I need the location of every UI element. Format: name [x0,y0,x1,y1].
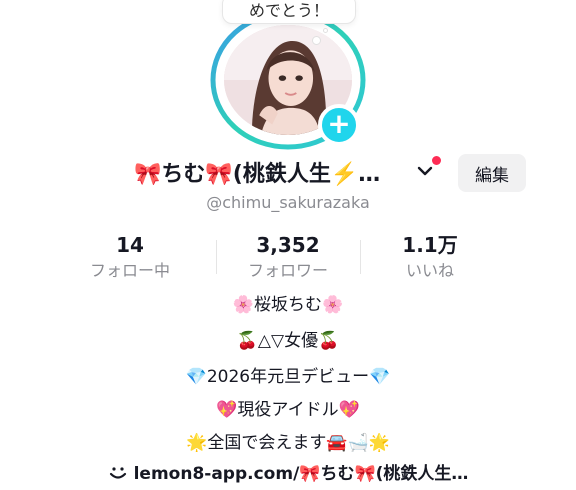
bio-line: 💖現役アイドル💖 [216,400,360,420]
stat-divider [216,240,217,274]
bio-line: 🌸桜坂ちむ🌸 [232,295,344,315]
edit-profile-button[interactable]: 編集 [458,154,526,192]
bubble-tail-dot-small [323,28,328,33]
stat-followers[interactable]: 3,352 フォロワー [228,232,348,282]
bubble-tail-dot [312,36,321,45]
stat-likes-label: いいね [405,261,454,280]
stat-likes[interactable]: 1.1万 いいね [370,232,490,282]
greeting-bubble-text: めでとう！ [248,1,329,20]
notification-dot [432,156,441,165]
name-row: 🎀ちむ🎀(桃鉄人生⚡️… 編集 [0,152,576,192]
greeting-bubble: めでとう！ [222,0,356,24]
bio-line: 🌟全国で会えます🚘🛁🌟 [186,433,390,453]
stat-following-count: 14 [116,233,144,257]
stat-divider [360,240,361,274]
stat-following[interactable]: 14 フォロー中 [70,232,190,282]
chevron-down-icon[interactable] [416,162,434,180]
username: @chimu_sakurazaka [206,193,370,212]
add-story-button[interactable]: + [318,104,360,146]
profile-link[interactable]: lemon8-app.com/🎀ちむ🎀(桃鉄人生… [0,459,576,484]
plus-icon: + [327,106,351,140]
lemon8-icon [109,467,126,479]
stat-followers-label: フォロワー [247,261,328,280]
bio-line: 🍒△▽女優🍒 [236,331,340,351]
display-name[interactable]: 🎀ちむ🎀(桃鉄人生⚡️… [134,156,380,188]
stat-followers-count: 3,352 [256,233,320,257]
stat-likes-count: 1.1万 [402,233,458,257]
profile-link-text: lemon8-app.com/🎀ちむ🎀(桃鉄人生… [133,464,469,484]
bio-line: 💎2026年元旦デビュー💎 [185,367,391,387]
stat-following-label: フォロー中 [89,261,170,280]
